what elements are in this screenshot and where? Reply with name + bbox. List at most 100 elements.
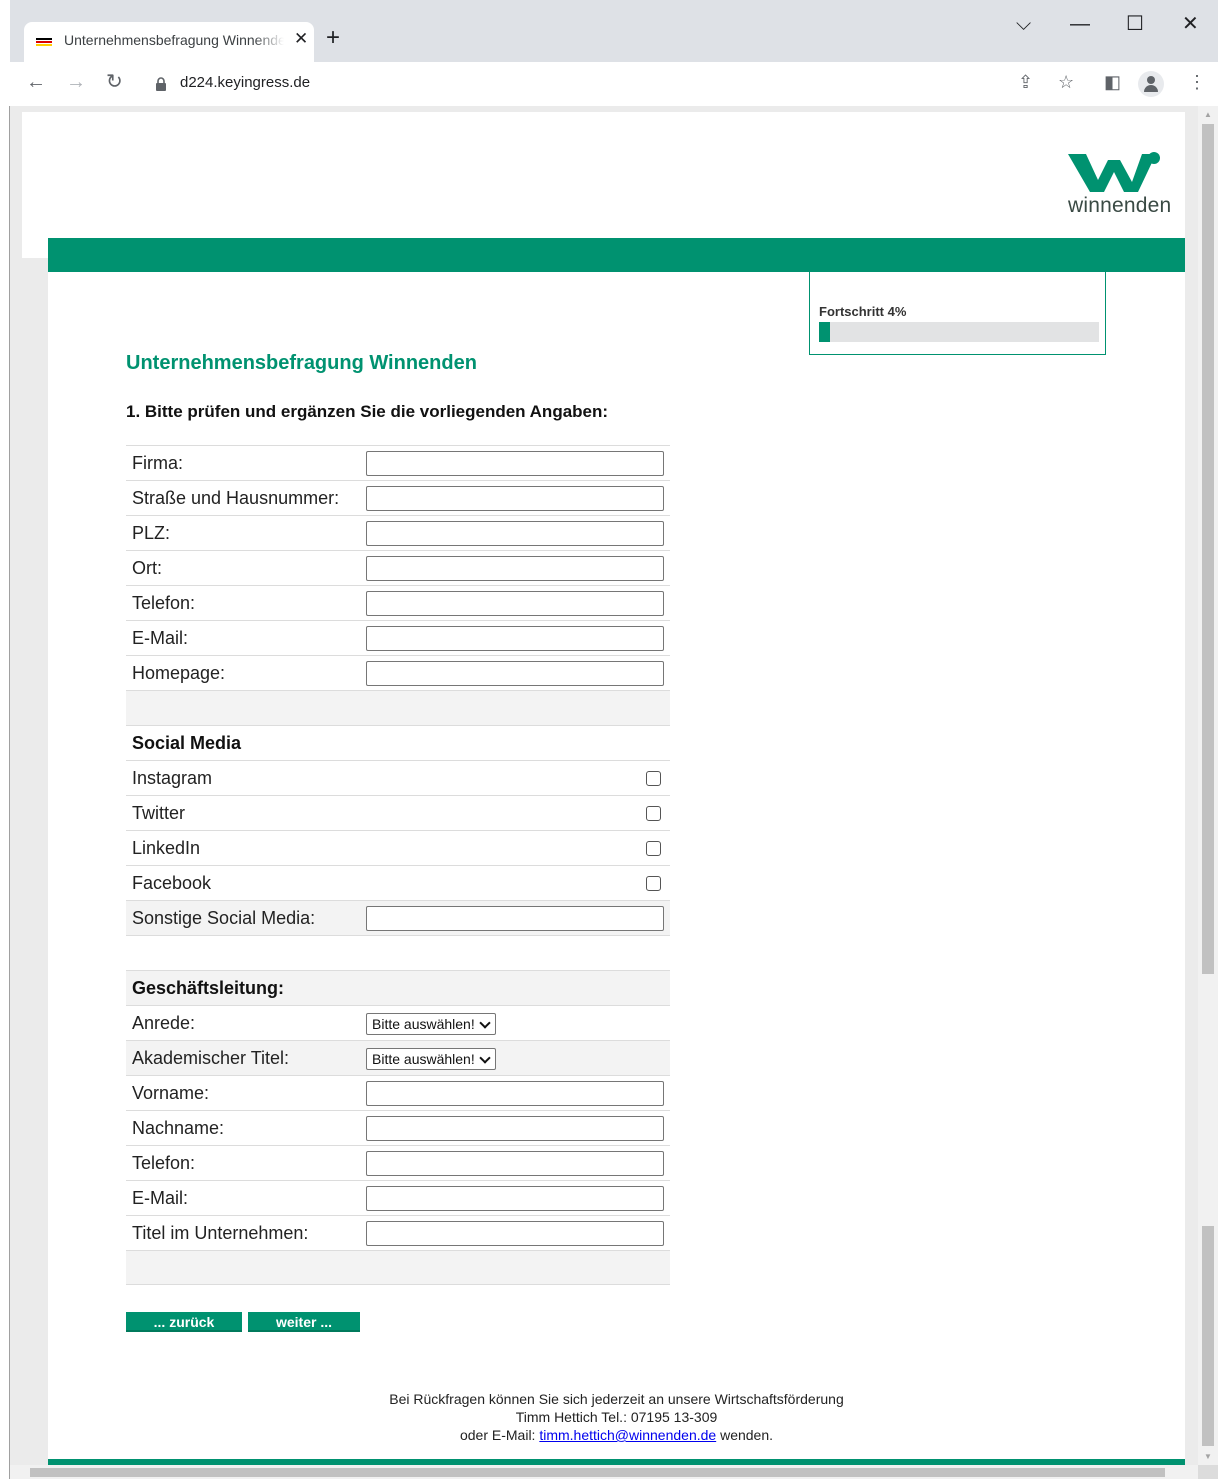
back-icon[interactable]: ← xyxy=(26,72,46,92)
back-button[interactable]: ... zurück xyxy=(126,1312,242,1332)
form-row-email: E-Mail: xyxy=(126,620,670,655)
field-label: Telefon: xyxy=(132,593,196,613)
forward-icon[interactable]: → xyxy=(66,72,86,92)
form-row-plz: PLZ: xyxy=(126,515,670,550)
field-label: E-Mail: xyxy=(132,1188,189,1208)
reload-icon[interactable]: ↻ xyxy=(106,72,123,92)
form-row-akad-titel: Akademischer Titel: Bitte auswählen! xyxy=(126,1040,670,1075)
lock-icon xyxy=(156,77,166,91)
gl-telefon-input[interactable] xyxy=(366,1151,664,1176)
email-input[interactable] xyxy=(366,626,664,651)
checkbox-label: LinkedIn xyxy=(132,838,201,858)
akademischer-titel-select[interactable]: Bitte auswählen! xyxy=(366,1048,496,1070)
next-button[interactable]: weiter ... xyxy=(248,1312,360,1332)
form-row-telefon: Telefon: xyxy=(126,585,670,620)
nachname-input[interactable] xyxy=(366,1116,664,1141)
form-row-gl-email: E-Mail: xyxy=(126,1180,670,1215)
vertical-scrollbar[interactable]: ▲ ▼ xyxy=(1198,106,1218,1465)
form-row-nachname: Nachname: xyxy=(126,1110,670,1145)
form-row-strasse: Straße und Hausnummer: xyxy=(126,480,670,515)
other-social-input[interactable] xyxy=(366,906,664,931)
strasse-input[interactable] xyxy=(366,486,664,511)
progress-fill xyxy=(819,322,831,342)
section-heading: Social Media xyxy=(132,733,242,753)
minimize-icon[interactable]: — xyxy=(1070,14,1090,34)
ort-input[interactable] xyxy=(366,556,664,581)
form-row-homepage: Homepage: xyxy=(126,655,670,690)
scroll-down-icon[interactable]: ▼ xyxy=(1204,1452,1212,1461)
spacer-row xyxy=(126,935,670,970)
form-row-ort: Ort: xyxy=(126,550,670,585)
survey-content: Fortschritt 4% Unternehmensbefragung Win… xyxy=(48,272,1185,1465)
progress-label: Fortschritt 4% xyxy=(819,304,907,319)
footer-text: oder E-Mail: xyxy=(459,1427,536,1443)
telefon-input[interactable] xyxy=(366,591,664,616)
tab-search-icon[interactable]: ⌵ xyxy=(1016,14,1031,34)
form-row-gl-telefon: Telefon: xyxy=(126,1145,670,1180)
scrollbar-corner xyxy=(1198,1465,1218,1479)
footer-line: oder E-Mail: timm.hettich@winnenden.de w… xyxy=(48,1426,1185,1444)
bookmark-star-icon[interactable]: ☆ xyxy=(1058,73,1074,91)
tab-strip: Unternehmensbefragung Winnenden ✕ + ⌵ — … xyxy=(10,0,1218,62)
anrede-select[interactable]: Bitte auswählen! xyxy=(366,1013,496,1035)
contact-email-link[interactable]: timm.hettich@winnenden.de xyxy=(539,1427,716,1443)
favicon-flag-icon xyxy=(36,38,52,46)
titel-unternehmen-input[interactable] xyxy=(366,1221,664,1246)
vorname-input[interactable] xyxy=(366,1081,664,1106)
maximize-icon[interactable]: ☐ xyxy=(1126,14,1144,34)
browser-tab[interactable]: Unternehmensbefragung Winnenden ✕ xyxy=(24,22,314,62)
field-label: Sonstige Social Media: xyxy=(132,908,316,928)
section-heading: Geschäftsleitung: xyxy=(132,978,285,998)
field-label: Homepage: xyxy=(132,663,226,683)
field-label: Telefon: xyxy=(132,1153,196,1173)
new-tab-button[interactable]: + xyxy=(326,26,340,50)
homepage-input[interactable] xyxy=(366,661,664,686)
survey-title: Unternehmensbefragung Winnenden xyxy=(126,352,477,374)
form-row-facebook: Facebook xyxy=(126,865,670,900)
progress-track xyxy=(819,322,1099,342)
header-band xyxy=(22,112,1185,258)
field-label: Titel im Unternehmen: xyxy=(132,1223,309,1243)
question-heading: 1. Bitte prüfen und ergänzen Sie die vor… xyxy=(126,402,609,421)
side-panel-icon[interactable]: ◧ xyxy=(1104,73,1121,91)
checkbox-label: Twitter xyxy=(132,803,186,823)
footer-contact: Bei Rückfragen können Sie sich jederzeit… xyxy=(48,1390,1185,1444)
plz-input[interactable] xyxy=(366,521,664,546)
tab-close-icon[interactable]: ✕ xyxy=(294,29,308,49)
field-label: Akademischer Titel: xyxy=(132,1048,290,1068)
progress-box: Fortschritt 4% xyxy=(809,272,1106,355)
gl-email-input[interactable] xyxy=(366,1186,664,1211)
browser-chrome: Unternehmensbefragung Winnenden ✕ + ⌵ — … xyxy=(10,0,1218,106)
scrollbar-thumb[interactable] xyxy=(30,1468,1165,1477)
form-row-vorname: Vorname: xyxy=(126,1075,670,1110)
form-row-instagram: Instagram xyxy=(126,760,670,795)
footer-line: Timm Hettich Tel.: 07195 13-309 xyxy=(515,1409,718,1425)
firma-input[interactable] xyxy=(366,451,664,476)
form-row-firma: Firma: xyxy=(126,445,670,480)
address-bar[interactable]: d224.keyingress.de xyxy=(180,74,310,91)
field-label: Firma: xyxy=(132,453,183,473)
form-row-linkedin: LinkedIn xyxy=(126,830,670,865)
linkedin-checkbox[interactable] xyxy=(646,841,661,856)
field-label: PLZ: xyxy=(132,523,171,543)
twitter-checkbox[interactable] xyxy=(646,806,661,821)
field-label: Straße und Hausnummer: xyxy=(132,488,340,508)
browser-menu-icon[interactable]: ⋮ xyxy=(1188,73,1206,91)
instagram-checkbox[interactable] xyxy=(646,771,661,786)
scroll-up-icon[interactable]: ▲ xyxy=(1204,110,1212,119)
close-window-icon[interactable]: ✕ xyxy=(1182,14,1199,34)
scrollbar-track-segment xyxy=(1202,1226,1214,1446)
field-label: Ort: xyxy=(132,558,162,578)
field-label: Anrede: xyxy=(132,1013,196,1033)
facebook-checkbox[interactable] xyxy=(646,876,661,891)
profile-avatar-icon[interactable] xyxy=(1138,71,1164,97)
field-label: Vorname: xyxy=(132,1083,210,1103)
share-icon[interactable]: ⇪ xyxy=(1018,73,1033,91)
scrollbar-thumb[interactable] xyxy=(1202,124,1214,974)
footer-line: Bei Rückfragen können Sie sich jederzeit… xyxy=(389,1391,844,1407)
section-header-management: Geschäftsleitung: xyxy=(126,970,670,1005)
form-row-twitter: Twitter xyxy=(126,795,670,830)
form-row-titel-unternehmen: Titel im Unternehmen: xyxy=(126,1215,670,1250)
checkbox-label: Facebook xyxy=(132,873,212,893)
horizontal-scrollbar[interactable] xyxy=(10,1465,1198,1479)
